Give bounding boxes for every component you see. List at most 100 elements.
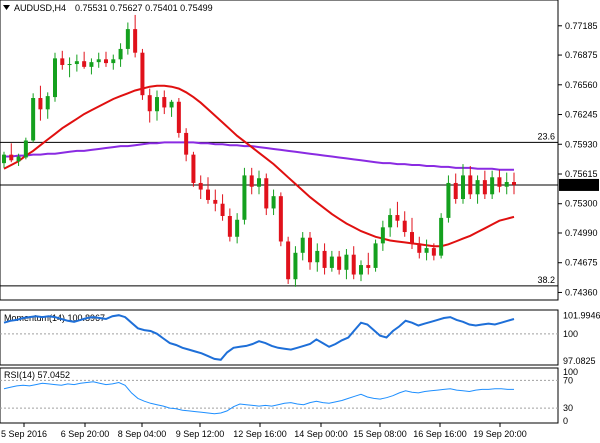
triangle-down-icon[interactable] [3, 5, 10, 10]
candle-body [111, 59, 116, 64]
candle-body [155, 97, 159, 112]
rsi-tick-label: 0 [563, 416, 568, 426]
candle-body [118, 48, 123, 60]
price-tag-label: 0.75499 [561, 180, 594, 190]
chart-canvas[interactable]: AUDUSD,H4 0.75531 0.75627 0.75401 0.7549… [0, 0, 600, 443]
rsi-header: RSI(14) 57.0452 [4, 370, 70, 380]
candle-body [82, 61, 87, 67]
candle-body [329, 256, 334, 268]
momentum-tick-label: 97.0825 [563, 356, 596, 366]
slow-moving-average-line [4, 141, 514, 171]
candle-body [249, 175, 254, 187]
time-tick-label: 12 Sep 16:00 [233, 429, 287, 439]
candle-body [206, 189, 210, 200]
candle-body [453, 182, 458, 200]
candle-body [424, 248, 429, 253]
rsi-panel-frame [0, 367, 559, 424]
price-panel: AUDUSD,H4 0.75531 0.75627 0.75401 0.7549… [0, 0, 599, 301]
candle-body [337, 256, 342, 270]
candle-body [176, 101, 181, 133]
time-tick-label: 14 Sep 00:00 [294, 429, 348, 439]
candle-body [74, 61, 79, 65]
candle-body [257, 178, 261, 187]
time-axis: 5 Sep 2016 6 Sep 20:00 8 Sep 04:00 9 Sep 12… [1, 423, 527, 439]
candle-body [147, 95, 152, 112]
candle-body [293, 252, 298, 280]
candle-body [31, 98, 36, 141]
time-tick-label: 8 Sep 04:00 [118, 429, 167, 439]
trading-chart-window: AUDUSD,H4 0.75531 0.75627 0.75401 0.7549… [0, 0, 600, 443]
candle-body [242, 175, 247, 220]
candle-body [169, 101, 174, 108]
candle-body [235, 219, 240, 237]
candle-body [89, 62, 94, 67]
candle-body [373, 243, 378, 268]
price-tick-label: 0.76875 [565, 50, 598, 60]
candle-body [220, 203, 225, 216]
price-tick-label: 0.74360 [565, 287, 598, 297]
candle-body [45, 96, 50, 110]
candle-body [191, 154, 196, 183]
momentum-panel: Momentum(14) 100.8967 101.994610097.0825 [0, 309, 600, 366]
candle-body [104, 59, 108, 64]
candle-body [184, 132, 189, 155]
rsi-tick-label: 70 [563, 375, 573, 385]
candle-body [446, 182, 451, 218]
candle-body [96, 59, 101, 63]
fib-label: 23.6 [537, 131, 555, 141]
candle-body [439, 217, 444, 256]
candle-body [198, 182, 203, 190]
price-tick-label: 0.75930 [565, 139, 598, 149]
price-tick-label: 0.75300 [565, 199, 598, 209]
time-tick-label: 9 Sep 12:00 [176, 429, 225, 439]
fib-label: 38.2 [537, 275, 555, 285]
price-tick-label: 0.77185 [565, 21, 598, 31]
candle-body [497, 177, 502, 187]
moving-averages [3, 84, 515, 248]
candle-body [351, 254, 356, 275]
rsi-series-line [3, 381, 514, 415]
time-tick-label: 6 Sep 20:00 [61, 429, 110, 439]
candle-body [125, 29, 130, 49]
candle-body [133, 29, 138, 53]
rsi-panel: RSI(14) 57.0452 10070300 [0, 367, 578, 426]
candle-body [431, 248, 436, 256]
price-tick-label: 0.75615 [565, 169, 598, 179]
candle-body [410, 232, 414, 244]
candle-body [388, 215, 393, 228]
momentum-tick-label: 100 [563, 329, 578, 339]
candle-body [395, 215, 400, 221]
candle-body [16, 156, 21, 162]
candle-body [286, 241, 291, 280]
price-tick-label: 0.74990 [565, 228, 598, 238]
candle-body [278, 196, 283, 242]
time-tick-label: 15 Sep 08:00 [353, 429, 407, 439]
candle-body [344, 254, 349, 270]
candle-body [264, 178, 269, 209]
current-price-tag: 0.75499 [559, 178, 599, 191]
candle-body [60, 58, 65, 65]
ohlc-values: 0.75531 0.75627 0.75401 0.75499 [75, 3, 213, 13]
candle-body [417, 243, 422, 253]
candle-body [140, 52, 145, 96]
candle-body [366, 265, 371, 268]
candle-body [38, 98, 43, 110]
candle-body [308, 237, 312, 263]
candle-body [213, 199, 218, 204]
candle-body [322, 250, 327, 268]
rsi-line [3, 381, 514, 415]
time-tick-label: 19 Sep 20:00 [473, 429, 527, 439]
candle-body [271, 196, 276, 209]
time-tick-label: 16 Sep 16:00 [413, 429, 467, 439]
candle-body [482, 180, 487, 195]
momentum-tick-label: 101.9946 [563, 310, 600, 320]
symbol-header: AUDUSD,H4 [14, 3, 66, 13]
time-tick-label: 5 Sep 2016 [1, 429, 47, 439]
candle-body [359, 265, 363, 275]
candle-body [67, 64, 72, 66]
candle-body [315, 250, 320, 263]
price-axis: 0.77185 0.76875 0.76560 0.76245 0.75930 0.756… [558, 21, 598, 297]
candle-body [512, 182, 516, 185]
price-tick-label: 0.76560 [565, 80, 598, 90]
candle-body [468, 175, 473, 195]
